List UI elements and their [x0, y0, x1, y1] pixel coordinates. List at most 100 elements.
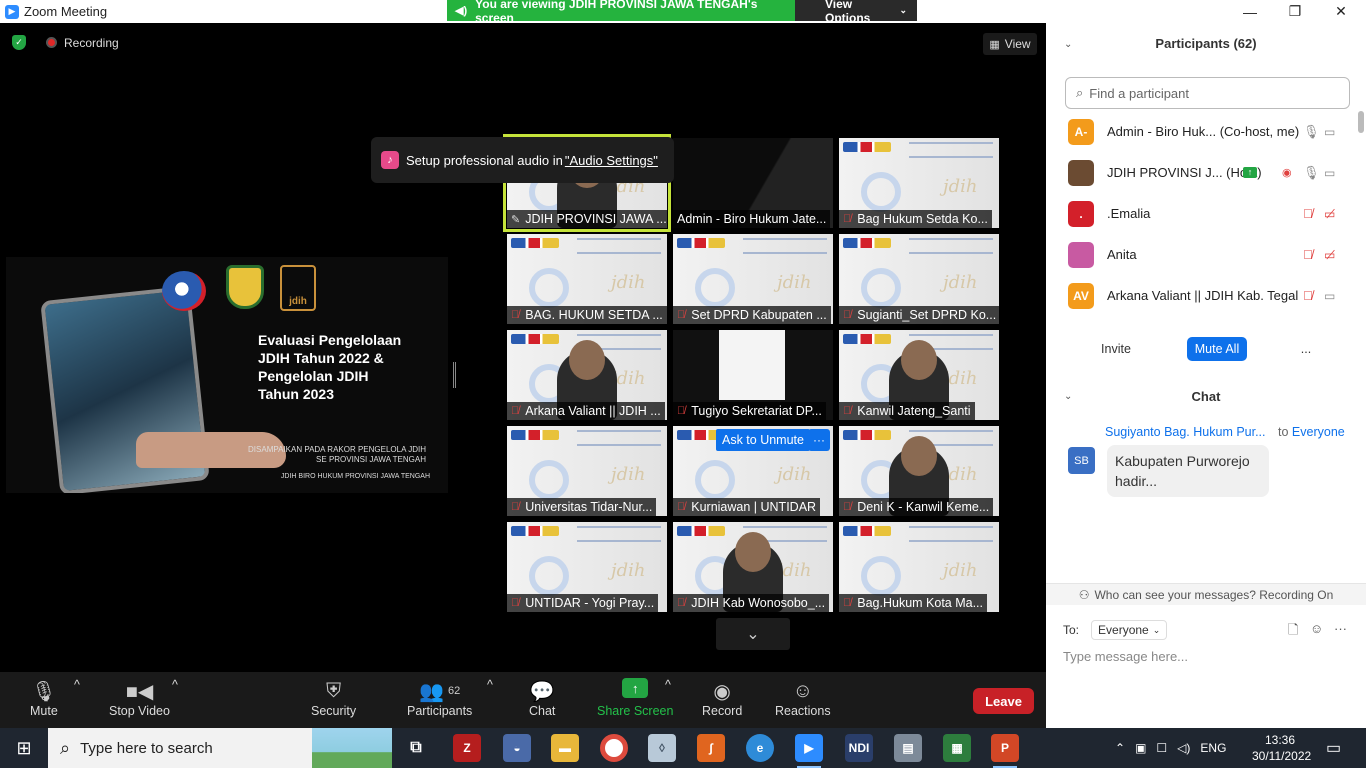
taskbar-search-box[interactable]: ⌕ Type here to search [48, 728, 392, 768]
leave-button[interactable]: Leave [973, 688, 1034, 714]
wifi-icon[interactable]: ☐ [1156, 741, 1167, 755]
app-icon[interactable]: ▤ [894, 734, 922, 762]
microphone-muted-icon[interactable]: 🎙̸ [1303, 206, 1313, 221]
participant-row[interactable]: AV Arkana Valiant || JDIH Kab. Tegal 🎙̸ … [1046, 275, 1358, 316]
edge-icon[interactable]: e [746, 734, 774, 762]
microphone-icon[interactable]: 🎙 [1303, 165, 1320, 181]
chevron-up-icon[interactable]: ⌃ [1115, 741, 1125, 755]
share-options-caret[interactable]: ^ [665, 678, 671, 692]
recording-label[interactable]: Recording [64, 36, 119, 50]
close-button[interactable]: ✕ [1318, 0, 1364, 23]
video-tile[interactable]: jdih 🎙̸ Kanwil Jateng_Santi [839, 330, 999, 420]
avatar: SB [1068, 447, 1095, 474]
tile-more-button[interactable]: ··· [808, 429, 830, 451]
video-tile[interactable]: jdih 🎙̸ Deni K - Kanwil Keme... [839, 426, 999, 516]
logo-strip [511, 238, 559, 248]
video-options-caret[interactable]: ^ [172, 678, 178, 692]
participants-button[interactable]: 👥 62 Participants [407, 678, 472, 719]
video-tile[interactable]: jdih 🎙̸ JDIH Kab Wonosobo_... [673, 522, 833, 612]
more-options-icon[interactable]: ··· [1334, 621, 1347, 636]
participant-row[interactable]: Anita 🎙̸ ▭̸ [1046, 234, 1358, 275]
language-indicator[interactable]: ENG [1200, 741, 1226, 755]
video-camera-icon[interactable]: ▭ [1324, 125, 1335, 139]
video-camera-off-icon[interactable]: ▭̸ [1324, 248, 1335, 262]
video-camera-icon[interactable]: ▭ [1324, 289, 1335, 303]
video-camera-off-icon[interactable]: ▭̸ [1324, 207, 1335, 221]
microphone-icon[interactable]: 🎙 [1303, 124, 1320, 140]
recipient-dropdown[interactable]: Everyone ⌄ [1091, 620, 1168, 640]
jdih-logo-text: jdih [289, 296, 307, 307]
microphone-muted-icon[interactable]: 🎙̸ [1303, 247, 1313, 262]
filezilla-icon[interactable]: Z [453, 734, 481, 762]
mute-all-button[interactable]: Mute All [1187, 337, 1247, 361]
split-divider-handle[interactable] [453, 362, 456, 388]
participant-name: Admin - Biro Hukum Jate... [677, 212, 827, 226]
restore-button[interactable]: ❐ [1272, 0, 1318, 23]
chat-sender[interactable]: Sugiyanto Bag. Hukum Pur... [1105, 425, 1266, 439]
participant-row[interactable]: JDIH PROVINSI J... (Host) ↑ ◉ 🎙 ▭ [1046, 152, 1358, 193]
chrome-icon[interactable] [600, 734, 628, 762]
record-button[interactable]: ◉ Record [702, 678, 742, 719]
reactions-button[interactable]: ☺ Reactions [775, 678, 831, 719]
view-options-button[interactable]: View Options ⌄ [795, 0, 917, 25]
video-tile[interactable]: jdih 🎙̸ Sugianti_Set DPRD Ko... [839, 234, 999, 324]
encryption-shield-icon[interactable]: ✓ [12, 35, 26, 50]
watermark-text: jdih [943, 272, 978, 293]
video-tile[interactable]: jdih 🎙̸ Universitas Tidar-Nur... [507, 426, 667, 516]
microphone-muted-icon[interactable]: 🎙̸ [1303, 288, 1313, 303]
mute-button[interactable]: 🎙 Mute [30, 678, 58, 719]
participants-options-caret[interactable]: ^ [487, 678, 493, 692]
chat-button[interactable]: 💬 Chat [529, 678, 555, 719]
video-tile[interactable]: jdih 🎙̸ Set DPRD Kabupaten ... [673, 234, 833, 324]
participant-scrollbar[interactable] [1358, 111, 1364, 311]
chat-visibility-notice[interactable]: ⚇ Who can see your messages? Recording O… [1046, 583, 1366, 605]
scrollbar-thumb[interactable] [1358, 111, 1364, 133]
chevron-down-icon: ⌄ [899, 5, 907, 15]
globe-graphic [529, 268, 569, 308]
chat-message-input[interactable]: Type message here... [1063, 649, 1188, 664]
video-tile[interactable]: 🎙̸ Tugiyo Sekretariat DP... [673, 330, 833, 420]
ndi-icon[interactable]: NDI [845, 734, 873, 762]
app-icon[interactable]: ◒ [503, 734, 531, 762]
more-options-button[interactable]: ... [1294, 337, 1318, 361]
participant-search-placeholder: Find a participant [1089, 85, 1190, 101]
network-icon[interactable]: ▣ [1135, 741, 1146, 755]
clock[interactable]: 13:36 30/11/2022 [1252, 732, 1311, 764]
video-tile[interactable]: jdih 🎙̸ Bag Hukum Setda Ko... [839, 138, 999, 228]
ask-to-unmute-button[interactable]: Ask to Unmute [716, 429, 810, 451]
video-tile[interactable]: jdih 🎙̸ Bag.Hukum Kota Ma... [839, 522, 999, 612]
video-tile[interactable]: jdih 🎙̸ BAG. HUKUM SETDA ... [507, 234, 667, 324]
task-view-icon[interactable]: ⧉ [402, 734, 430, 762]
view-button[interactable]: ▦ View [983, 33, 1037, 55]
record-icon: ◉ [713, 680, 731, 703]
participant-row[interactable]: . .Emalia 🎙̸ ▭̸ [1046, 193, 1358, 234]
notifications-icon[interactable]: ▭ [1326, 728, 1341, 768]
audio-options-caret[interactable]: ^ [74, 678, 80, 692]
app-icon[interactable]: ◊ [648, 734, 676, 762]
powerpoint-icon[interactable]: P [991, 734, 1019, 768]
video-camera-icon[interactable]: ▭ [1324, 166, 1335, 180]
participant-row[interactable]: A- Admin - Biro Huk... (Co-host, me) 🎙 ▭ [1046, 111, 1358, 152]
file-icon[interactable]: 🗋 [1288, 621, 1298, 643]
gallery-next-page-button[interactable]: ⌄ [716, 618, 790, 650]
file-explorer-icon[interactable]: ▬ [551, 734, 579, 762]
chat-header: Chat [1191, 389, 1221, 404]
audio-settings-link[interactable]: "Audio Settings" [565, 153, 658, 168]
zoom-taskbar-icon[interactable]: ▶ [795, 734, 823, 768]
security-button[interactable]: ⛨ Security [311, 678, 356, 719]
video-tile[interactable]: jdih 🎙̸ Arkana Valiant || JDIH ... [507, 330, 667, 420]
video-tile[interactable]: jdihAdmin - Biro Hukum Jate... [673, 138, 833, 228]
app-icon[interactable]: ▦ [943, 734, 971, 762]
share-screen-button[interactable]: ↑ Share Screen [597, 678, 673, 718]
avatar [1068, 159, 1094, 186]
participant-search-input[interactable]: ⌕ Find a participant [1065, 77, 1350, 109]
stop-video-button[interactable]: ■◀ Stop Video [109, 678, 170, 719]
emoji-icon[interactable]: ☺ [1310, 621, 1323, 636]
minimize-button[interactable]: — [1227, 0, 1273, 23]
volume-icon[interactable]: ◁) [1177, 741, 1190, 755]
app-icon[interactable]: ∫ [697, 734, 725, 762]
windows-start-button[interactable]: ⊞ [0, 728, 48, 768]
security-shield-icon: ⛨ [326, 679, 342, 702]
video-tile[interactable]: jdih 🎙̸ UNTIDAR - Yogi Pray... [507, 522, 667, 612]
invite-button[interactable]: Invite [1092, 337, 1140, 361]
